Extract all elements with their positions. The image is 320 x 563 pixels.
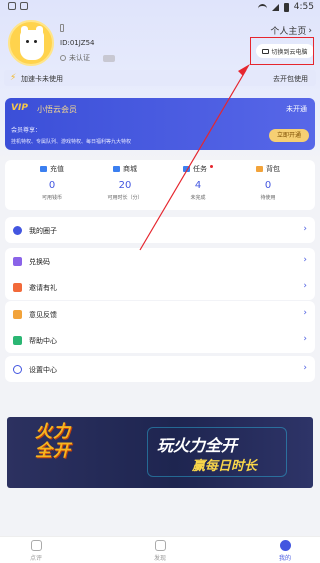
tab-mine[interactable]: 我的 (255, 540, 315, 562)
chevron-right-icon: › (303, 224, 307, 234)
menu-item-circle[interactable]: 我的圈子 › (5, 217, 315, 243)
stat-label: 任务 (193, 165, 207, 173)
wallet-icon (40, 166, 47, 172)
stat-value: 20 (118, 180, 132, 191)
stat-sub: 未完成 (190, 195, 206, 201)
circle-icon (13, 226, 22, 235)
menu-item-settings[interactable]: 设置中心 › (5, 356, 315, 382)
menu-label: 邀请有礼 (29, 284, 57, 292)
accelerator-bar[interactable]: ⚡ 加速卡未使用 去开包使用 (4, 70, 316, 86)
menu-label: 帮助中心 (29, 337, 57, 345)
vip-perks-title: 会员尊享： (11, 127, 42, 134)
banner-logo: 火力 全开 (35, 423, 71, 461)
menu-card-support: 意见反馈 › 帮助中心 › (5, 301, 315, 353)
highlight-box (250, 37, 314, 65)
menu-label: 兑换码 (29, 258, 50, 266)
chevron-right-icon: › (303, 363, 307, 373)
vip-title: 小悟云会员 (37, 105, 77, 114)
menu-card-rewards: 兑换码 › 邀请有礼 › (5, 248, 315, 300)
tab-label: 发现 (153, 555, 166, 562)
chat-icon (30, 540, 42, 551)
stat-sub: 可用时长（分） (107, 195, 143, 201)
stat-recharge[interactable]: 充值 0 可用钱币 (17, 164, 87, 201)
vip-perks: 挂机特权、专属队列、游戏特权、每日福利等九大特权 (11, 139, 132, 145)
badge-icon (103, 54, 115, 62)
lightning-icon: ⚡ (10, 73, 17, 83)
avatar-eye (26, 40, 29, 43)
banner-sub-text: 赢每日时长 (192, 459, 258, 474)
auth-status-label: 未认证 (69, 54, 90, 62)
stat-label: 商城 (123, 165, 137, 173)
accelerator-label: 加速卡未使用 (21, 75, 63, 83)
menu-label: 意见反馈 (29, 311, 57, 319)
signal-icon (271, 3, 279, 11)
status-time: 4:55 (293, 2, 314, 12)
notification-icon (20, 2, 28, 10)
user-id: ID:01JZ54 (60, 39, 95, 47)
auth-icon (60, 55, 66, 61)
status-bar: 4:55 (0, 0, 320, 14)
battery-icon (283, 2, 289, 12)
stat-value: 0 (264, 180, 272, 191)
chevron-right-icon: › (308, 25, 312, 36)
shop-icon (113, 166, 120, 172)
menu-label: 我的圈子 (29, 227, 57, 235)
redeem-code-icon (13, 257, 22, 266)
stat-value: 0 (48, 180, 56, 191)
menu-item-help[interactable]: 帮助中心 › (5, 327, 315, 353)
banner-main-text: 玩火力全开 (157, 436, 238, 455)
homepage-link[interactable]: 个人主页 › (270, 24, 312, 38)
banner-logo-line: 火力 (35, 422, 71, 442)
task-icon (183, 166, 190, 172)
vip-status: 未开通 (286, 105, 307, 113)
stats-card: 充值 0 可用钱币 商城 20 可用时长（分） 任务 4 未完成 背包 0 待使… (5, 160, 315, 210)
tab-review[interactable]: 点评 (6, 540, 66, 562)
menu-item-invite[interactable]: 邀请有礼 › (5, 274, 315, 300)
tab-label: 我的 (278, 555, 291, 562)
avatar[interactable] (8, 20, 54, 66)
tab-discover[interactable]: 发现 (130, 540, 190, 562)
menu-card-settings: 设置中心 › (5, 356, 315, 382)
wifi-icon (257, 3, 267, 11)
menu-item-redeem[interactable]: 兑换码 › (5, 248, 315, 274)
help-icon (13, 336, 22, 345)
vip-badge: VIP (11, 103, 28, 113)
stat-backpack[interactable]: 背包 0 待使用 (233, 164, 303, 201)
avatar-eye (34, 40, 37, 43)
stat-sub: 待使用 (260, 195, 276, 201)
username-placeholder-icon (60, 24, 64, 32)
stat-mall[interactable]: 商城 20 可用时长（分） (90, 164, 160, 201)
chevron-right-icon: › (303, 255, 307, 265)
stat-label: 背包 (266, 165, 280, 173)
bottom-tab-bar: 点评 发现 我的 (0, 536, 320, 563)
chevron-right-icon: › (303, 334, 307, 344)
stat-label: 充值 (50, 165, 64, 173)
stat-tasks[interactable]: 任务 4 未完成 (163, 164, 233, 201)
notification-dot (210, 165, 213, 168)
chevron-right-icon: › (303, 308, 307, 318)
menu-label: 设置中心 (29, 366, 57, 374)
avatar-face (20, 30, 44, 60)
stat-sub: 可用钱币 (41, 195, 62, 201)
menu-card-circle: 我的圈子 › (5, 217, 315, 243)
gear-icon (13, 365, 22, 374)
feedback-icon (13, 310, 22, 319)
chevron-right-icon: › (303, 281, 307, 291)
backpack-icon (256, 166, 263, 172)
auth-status[interactable]: 未认证 (60, 53, 115, 63)
promo-banner[interactable]: 火力 全开 玩火力全开 赢每日时长 (7, 417, 313, 488)
open-vip-button[interactable]: 立即开通 (269, 129, 309, 142)
vip-card[interactable]: VIP 小悟云会员 未开通 会员尊享： 挂机特权、专属队列、游戏特权、每日福利等… (5, 98, 315, 150)
notification-icon (8, 2, 16, 10)
user-icon (279, 540, 291, 551)
tab-label: 点评 (29, 555, 42, 562)
banner-logo-line: 全开 (35, 441, 71, 461)
gift-icon (13, 283, 22, 292)
stat-value: 4 (194, 180, 202, 191)
homepage-label: 个人主页 (270, 27, 307, 37)
notification-icons (8, 2, 28, 10)
discover-icon (154, 540, 166, 551)
accelerator-action[interactable]: 去开包使用 (273, 74, 308, 84)
menu-item-feedback[interactable]: 意见反馈 › (5, 301, 315, 327)
